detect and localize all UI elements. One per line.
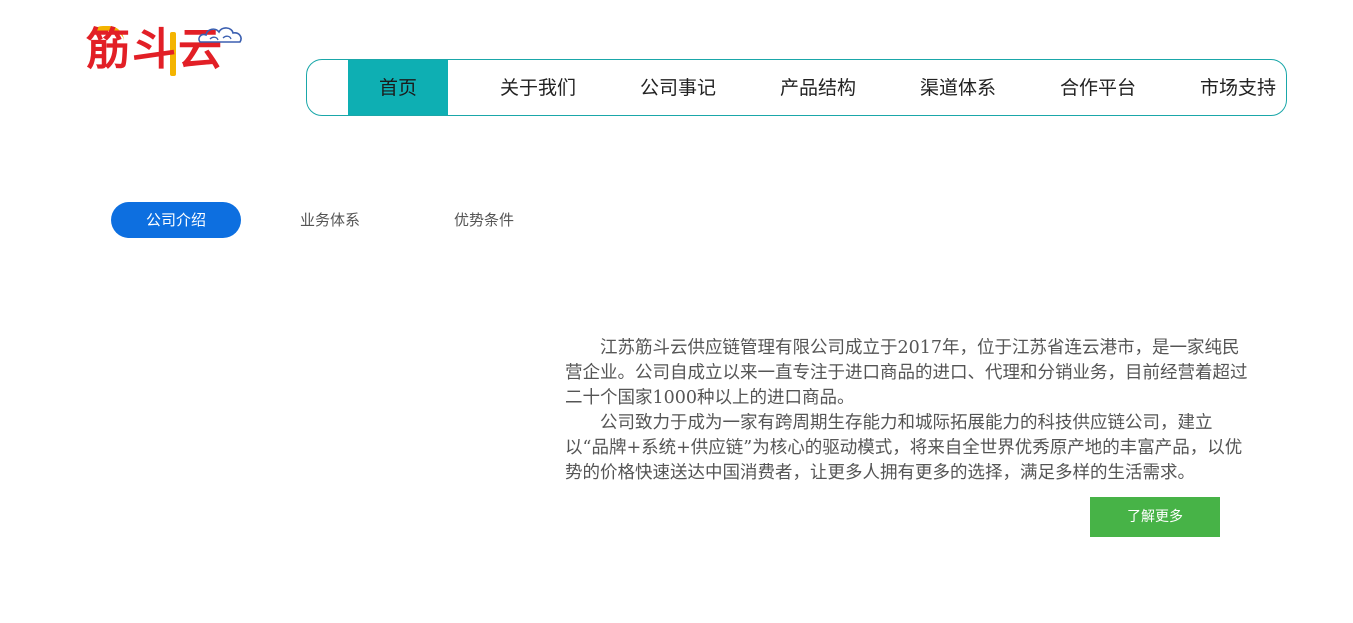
intro-paragraph: 公司致力于成为一家有跨周期生存能力和城际拓展能力的科技供应链公司，建立以“品牌+… [565,413,1243,483]
nav-item-partners[interactable]: 合作平台 [1048,60,1148,115]
learn-more-button[interactable]: 了解更多 [1090,497,1220,537]
tab-company-intro[interactable]: 公司介绍 [111,202,241,238]
intro-paragraph: 江苏筋斗云供应链管理有限公司成立于2017年，位于江苏省连云港市，是一家纯民营企… [565,338,1248,408]
company-intro-text: 江苏筋斗云供应链管理有限公司成立于2017年，位于江苏省连云港市，是一家纯民营企… [565,336,1255,486]
cloud-icon [198,27,242,43]
nav-item-about[interactable]: 关于我们 [488,60,588,115]
nav-item-market-support[interactable]: 市场支持 [1188,60,1286,115]
tab-advantages[interactable]: 优势条件 [419,202,549,238]
nav-item-home[interactable]: 首页 [348,60,448,115]
nav-item-history[interactable]: 公司事记 [628,60,728,115]
nav-item-channels[interactable]: 渠道体系 [908,60,1008,115]
brand-logo[interactable]: 筋斗云 [86,22,246,78]
tab-business-system[interactable]: 业务体系 [265,202,395,238]
main-nav: 首页 关于我们 公司事记 产品结构 渠道体系 合作平台 市场支持 [306,59,1287,116]
nav-item-products[interactable]: 产品结构 [768,60,868,115]
